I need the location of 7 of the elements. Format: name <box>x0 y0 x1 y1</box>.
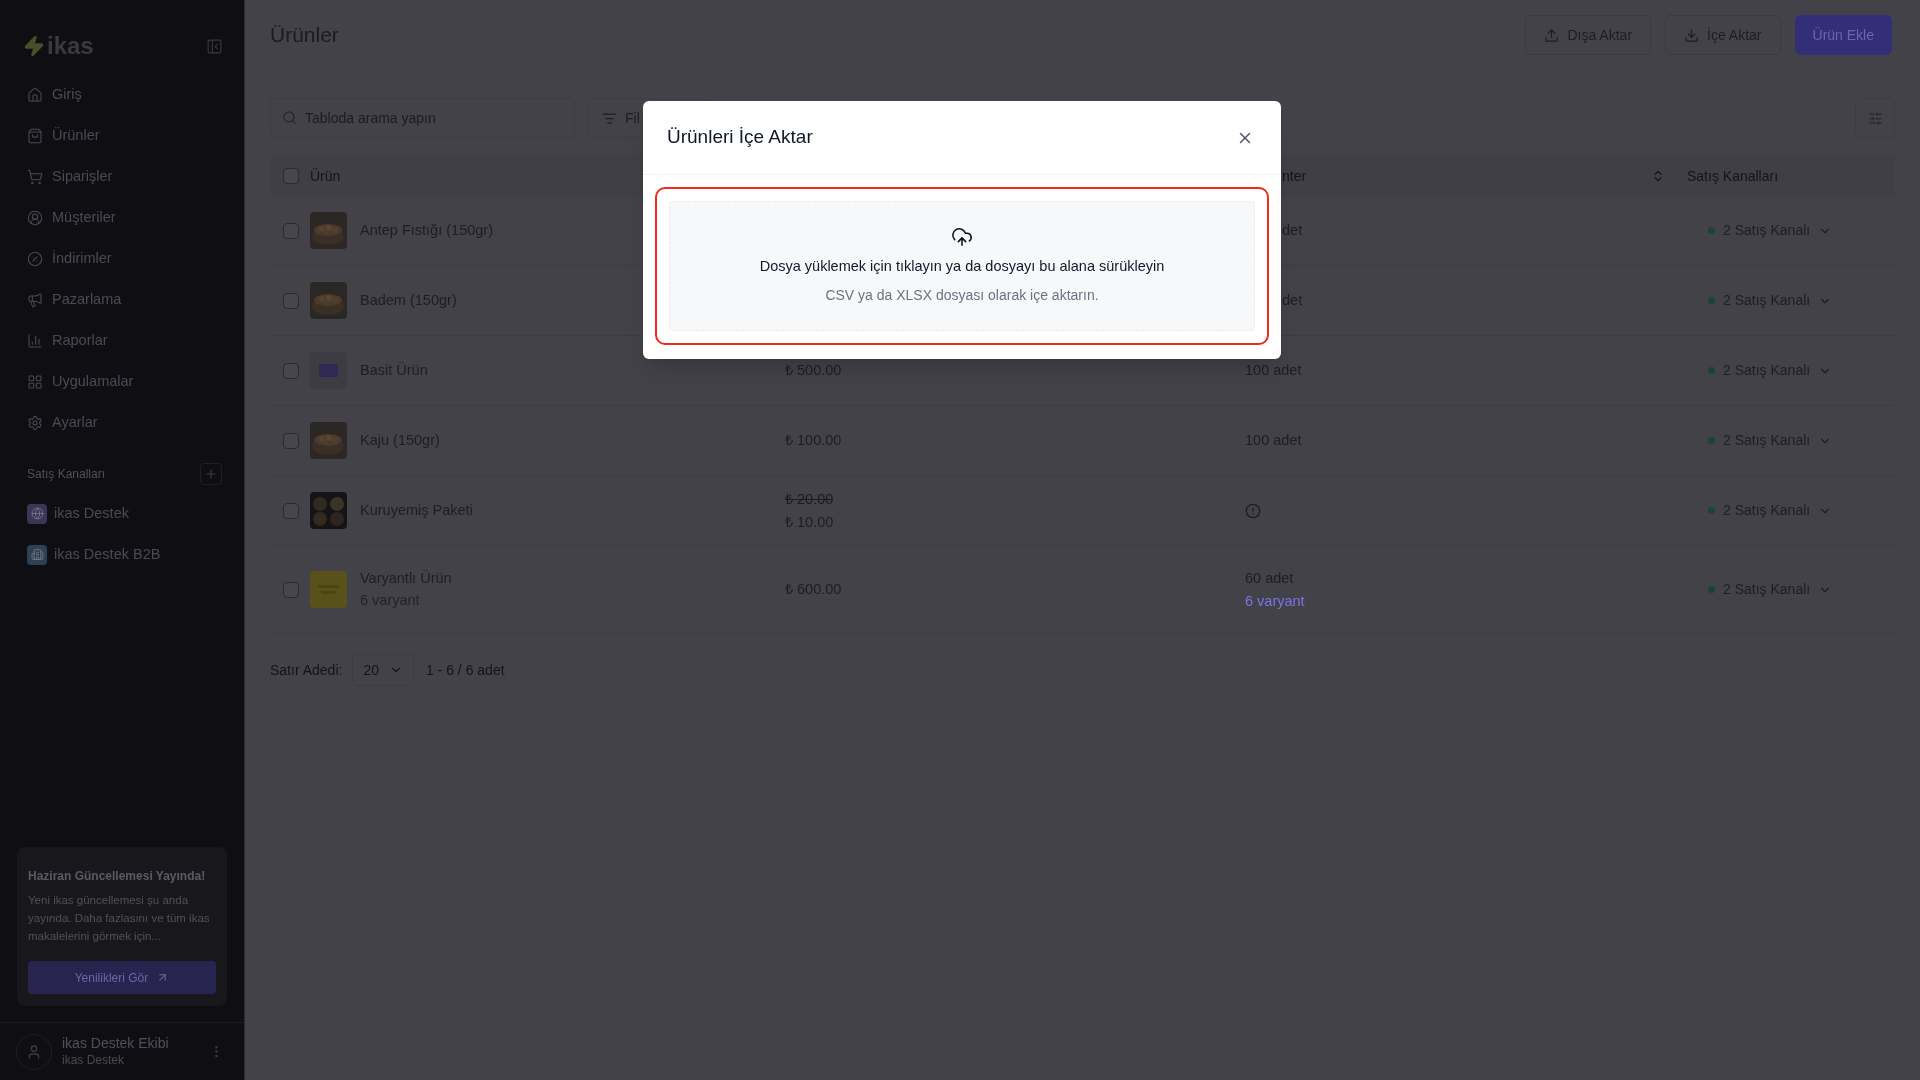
dropzone-text: Dosya yüklemek için tıklayın ya da dosyayı bu alana sürükleyin <box>759 256 1165 276</box>
section-heading: Satış Kanalları <box>27 466 106 483</box>
dialog-title: Ürünleri İçe Aktar <box>667 125 813 150</box>
card-title: Haziran Güncellemesi Yayında! <box>28 868 207 885</box>
dropzone-hint: CSV ya da XLSX dosyası olarak içe aktarın. <box>825 286 1099 306</box>
user-name: ikas Destek Ekibi <box>62 1035 170 1053</box>
user-org: ikas Destek <box>62 1052 126 1068</box>
